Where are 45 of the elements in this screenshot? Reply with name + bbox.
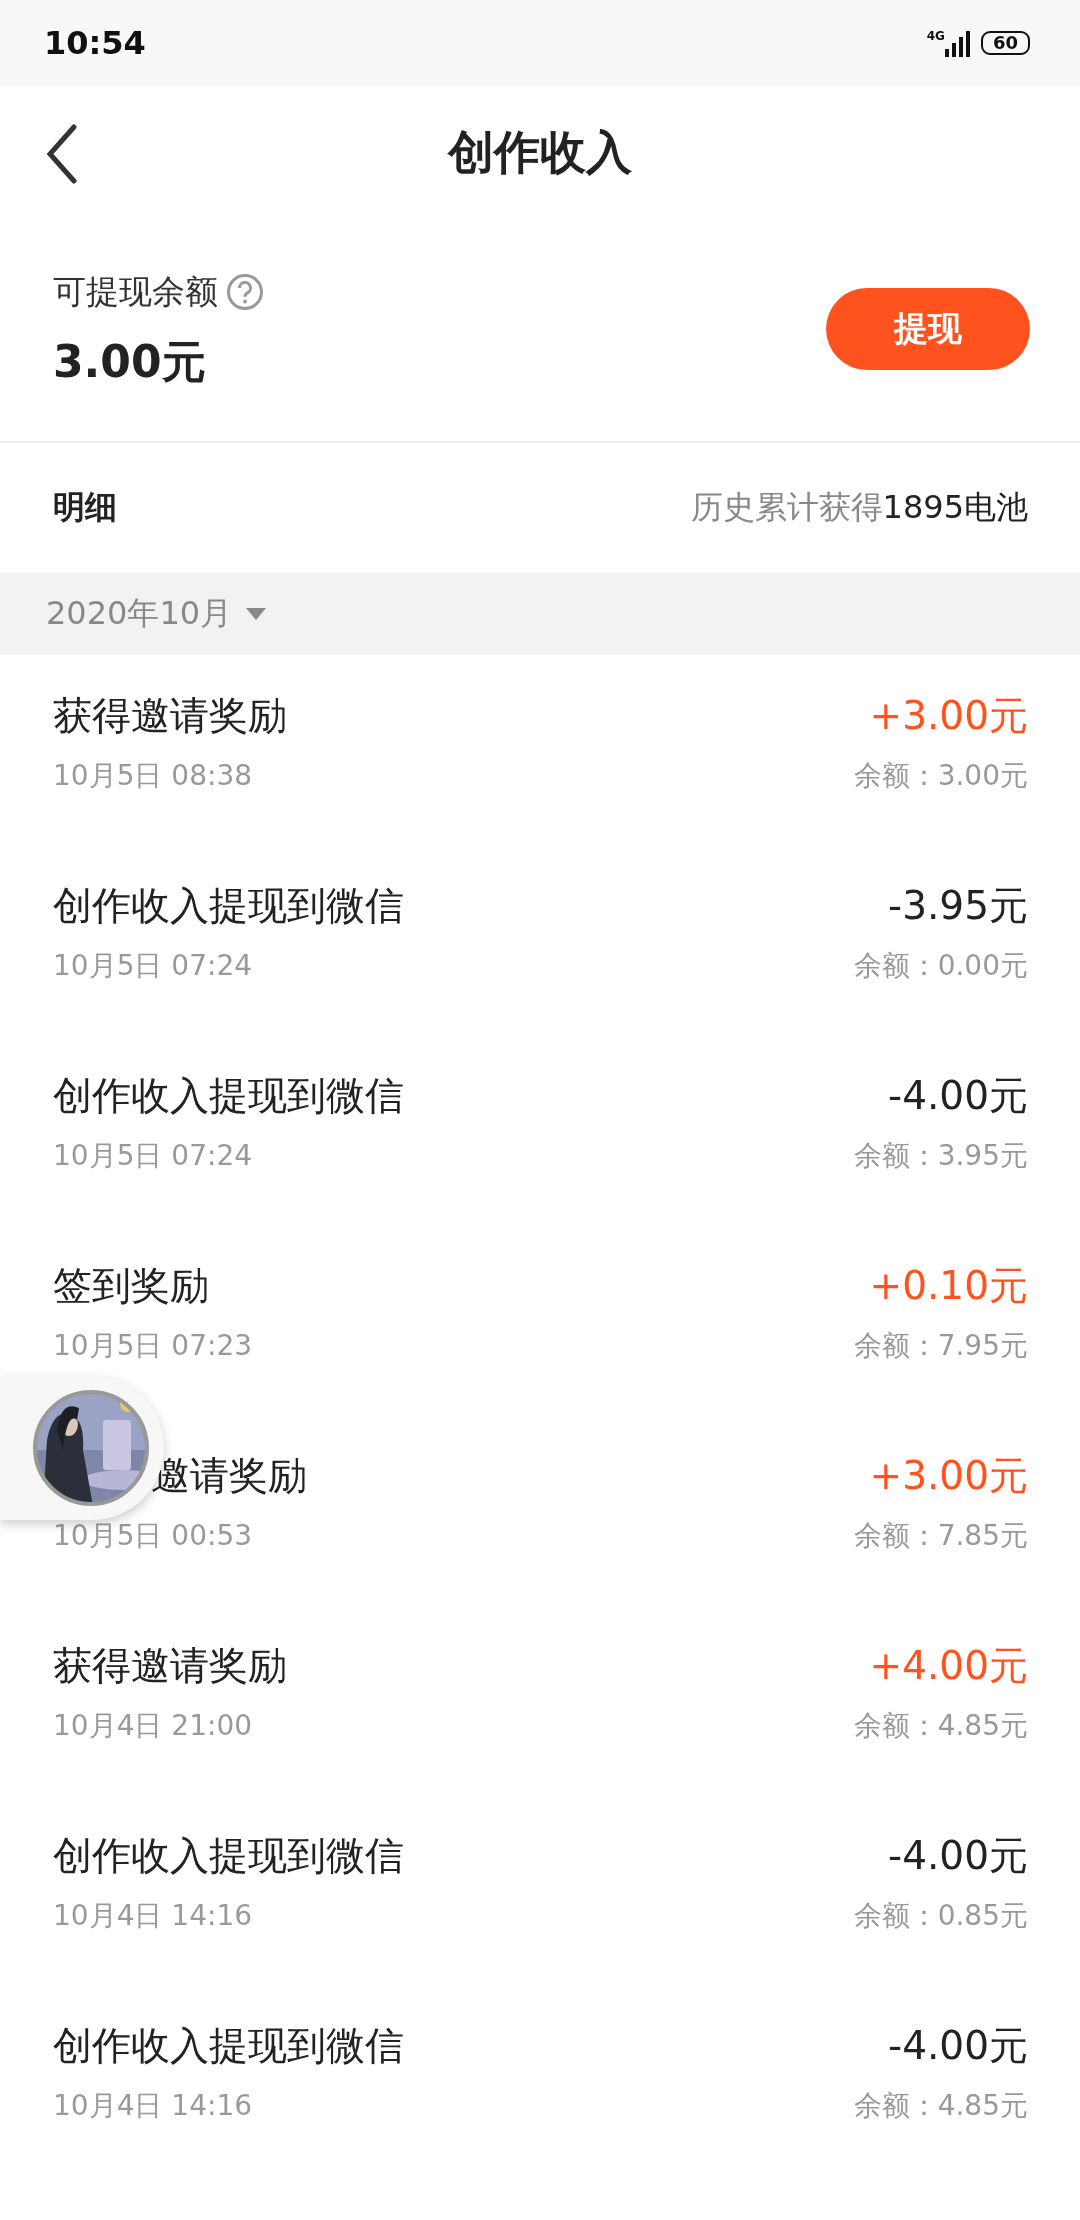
withdraw-button[interactable]: 提现 — [826, 287, 1030, 370]
record-date: 10月4日 14:16 — [53, 2088, 253, 2124]
details-label: 明细 — [53, 487, 117, 528]
record-amount: -4.00元 — [888, 2022, 1028, 2070]
signal-icon — [944, 29, 971, 57]
record-title: 创作收入提现到微信 — [53, 882, 404, 930]
record-title: 获得邀请奖励 — [53, 1642, 287, 1690]
record-balance: 余额：3.00元 — [853, 758, 1028, 794]
record-title: 签到奖励 — [53, 1262, 209, 1310]
page-title: 创作收入 — [448, 124, 632, 181]
record-amount: -4.00元 — [888, 1072, 1028, 1120]
record-date: 10月5日 00:53 — [53, 1518, 253, 1554]
record-title: 创作收入提现到微信 — [53, 1072, 404, 1120]
record-date: 10月5日 07:24 — [53, 948, 253, 984]
back-icon[interactable] — [46, 124, 78, 184]
record-amount: +0.10元 — [869, 1262, 1028, 1310]
balance-amount: 3.00元 — [53, 334, 207, 389]
record-balance: 余额：7.95元 — [853, 1328, 1028, 1364]
balance-label: 可提现余额 — [53, 270, 218, 313]
record-amount: -3.95元 — [888, 882, 1028, 930]
record-date: 10月5日 07:23 — [53, 1328, 253, 1364]
help-icon[interactable] — [226, 273, 264, 311]
record-title: 创作收入提现到微信 — [53, 1832, 404, 1880]
record-balance: 余额：4.85元 — [853, 1708, 1028, 1744]
record-title: 获得邀请奖励 — [53, 692, 287, 740]
record-date: 10月5日 07:24 — [53, 1138, 253, 1174]
month-selector[interactable]: 2020年10月 — [46, 592, 267, 636]
record-balance: 余额：3.95元 — [853, 1138, 1028, 1174]
network-label: 4G — [926, 29, 945, 43]
record-date: 10月4日 14:16 — [53, 1898, 253, 1934]
record-date: 10月4日 21:00 — [53, 1708, 253, 1744]
record-balance: 余额：0.00元 — [853, 948, 1028, 984]
record-amount: +3.00元 — [869, 1452, 1028, 1500]
record-date: 10月5日 08:38 — [53, 758, 253, 794]
record-balance: 余额：7.85元 — [853, 1518, 1028, 1554]
record-balance: 余额：4.85元 — [853, 2088, 1028, 2124]
status-time: 10:54 — [44, 24, 146, 62]
dropdown-icon — [246, 608, 267, 620]
record-title: 创作收入提现到微信 — [53, 2022, 404, 2070]
record-amount: +3.00元 — [869, 692, 1028, 740]
total-earned: 历史累计获得1895电池 — [690, 487, 1028, 528]
record-amount: -4.00元 — [888, 1832, 1028, 1880]
record-balance: 余额：0.85元 — [853, 1898, 1028, 1934]
record-amount: +4.00元 — [869, 1642, 1028, 1690]
battery-icon: 60 — [980, 31, 1030, 55]
